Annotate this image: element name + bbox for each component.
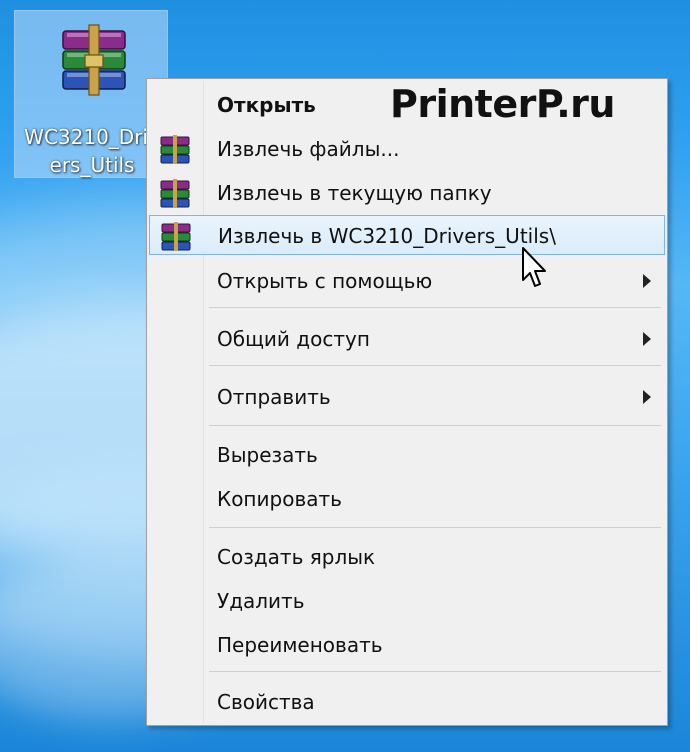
menu-item-label: Копировать [217,487,342,511]
menu-item-cut[interactable]: Вырезать [149,435,665,475]
menu-item-label: Извлечь файлы... [217,137,400,161]
menu-separator [209,307,661,308]
desktop-icon-archive[interactable]: WC3210_Drivers_Utils [14,10,168,178]
context-menu: Открыть Извлечь файлы... Извлечь в текущ… [146,78,668,726]
watermark-text: PrinterP.ru [390,82,615,126]
menu-separator [209,671,661,672]
menu-item-label: Свойства [217,690,315,714]
menu-item-label: Создать ярлык [217,545,376,569]
menu-item-label: Извлечь в текущую папку [217,181,492,205]
menu-item-label: Удалить [217,589,305,613]
menu-item-label: Общий доступ [217,327,370,351]
mouse-pointer-icon [522,247,546,287]
menu-separator [209,527,661,528]
menu-item-extract-here[interactable]: Извлечь в текущую папку [149,173,665,213]
menu-item-properties[interactable]: Свойства [149,682,665,722]
menu-item-delete[interactable]: Удалить [149,581,665,621]
winrar-icon [161,222,191,251]
menu-item-extract-files[interactable]: Извлечь файлы... [149,129,665,169]
menu-item-open-with[interactable]: Открыть с помощью [149,261,665,301]
winrar-icon [160,179,190,208]
menu-item-send-to[interactable]: Отправить [149,377,665,417]
menu-item-label: Извлечь в WC3210_Drivers_Utils\ [218,224,556,248]
submenu-arrow-icon [643,274,651,288]
menu-separator [209,425,661,426]
menu-item-label: Переименовать [217,633,383,657]
submenu-arrow-icon [643,332,651,346]
winrar-archive-icon [62,24,126,96]
winrar-icon [160,135,190,164]
menu-item-label: Отправить [217,385,331,409]
submenu-arrow-icon [643,390,651,404]
menu-item-label: Открыть [217,93,316,117]
menu-separator [209,365,661,366]
desktop-icon-label: WC3210_Drivers_Utils [24,125,160,177]
menu-item-rename[interactable]: Переименовать [149,625,665,665]
menu-item-extract-to-folder[interactable]: Извлечь в WC3210_Drivers_Utils\ [149,215,665,255]
menu-item-label: Вырезать [217,443,318,467]
menu-item-create-shortcut[interactable]: Создать ярлык [149,537,665,577]
menu-item-share[interactable]: Общий доступ [149,319,665,359]
menu-item-label: Открыть с помощью [217,269,433,293]
menu-item-copy[interactable]: Копировать [149,479,665,519]
